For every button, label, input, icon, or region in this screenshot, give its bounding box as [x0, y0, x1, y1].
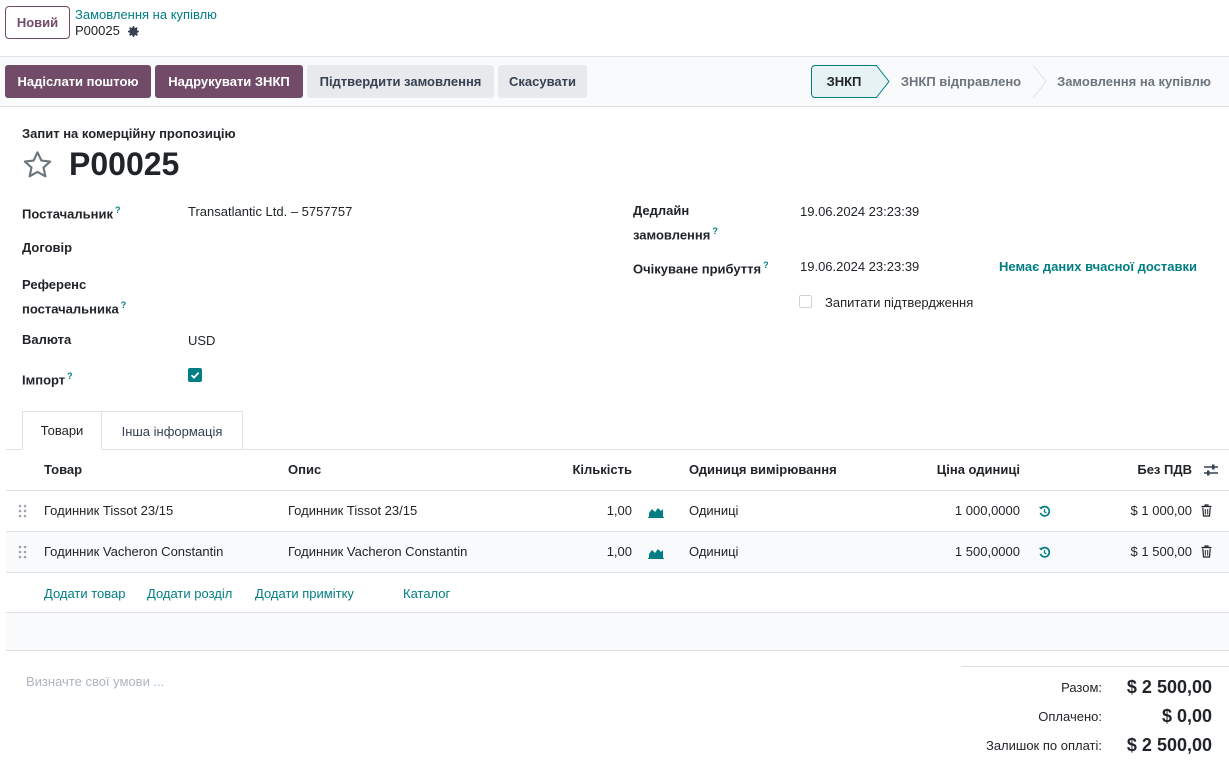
vendor-label: Постачальник?: [22, 205, 121, 222]
table-row[interactable]: Годинник Vacheron Constantin Годинник Va…: [6, 532, 1229, 573]
catalog-link[interactable]: Каталог: [403, 586, 450, 601]
drag-handle-icon[interactable]: [18, 545, 27, 559]
forecast-chart-icon[interactable]: [648, 546, 664, 559]
vendor-reference-field[interactable]: [188, 283, 598, 305]
contract-label: Договір: [22, 240, 73, 255]
row-description[interactable]: Годинник Tissot 23/15: [288, 503, 417, 518]
add-section-link[interactable]: Додати розділ: [147, 586, 232, 601]
row-quantity[interactable]: 1,00: [546, 503, 632, 518]
gear-icon[interactable]: [127, 25, 140, 38]
form-subtitle: Запит на комерційну пропозицію: [22, 126, 236, 141]
total-label: Разом:: [1061, 680, 1102, 695]
order-deadline-label: Дедлайн замовлення?: [633, 203, 718, 243]
tab-products[interactable]: Товари: [22, 411, 102, 450]
row-product[interactable]: Годинник Vacheron Constantin: [44, 544, 223, 559]
col-description[interactable]: Опис: [288, 462, 321, 477]
totals-divider: [961, 666, 1229, 667]
row-unit-price[interactable]: 1 000,0000: [906, 503, 1020, 518]
order-deadline-field[interactable]: 19.06.2024 23:23:39: [800, 204, 919, 219]
send-email-button[interactable]: Надіслати поштою: [5, 65, 151, 98]
drag-handle-icon[interactable]: [18, 504, 27, 518]
tab-other-info[interactable]: Інша інформація: [102, 411, 243, 450]
table-row[interactable]: Годинник Tissot 23/15 Годинник Tissot 23…: [6, 491, 1229, 532]
col-subtotal[interactable]: Без ПДВ: [1100, 462, 1192, 477]
col-product[interactable]: Товар: [44, 462, 82, 477]
trash-icon[interactable]: [1201, 545, 1212, 558]
control-panel: Новий Замовлення на купівлю P00025: [0, 0, 1229, 57]
add-product-link[interactable]: Додати товар: [44, 586, 126, 601]
row-quantity[interactable]: 1,00: [546, 544, 632, 559]
col-quantity[interactable]: Кількість: [540, 462, 632, 477]
status-step-purchase-order[interactable]: Замовлення на купівлю: [1046, 65, 1222, 98]
amount-due-label: Залишок по оплаті:: [985, 738, 1102, 753]
expected-arrival-field[interactable]: 19.06.2024 23:23:39: [800, 259, 919, 274]
col-unit-price[interactable]: Ціна одиниці: [900, 462, 1020, 477]
confirm-order-button[interactable]: Підтвердити замовлення: [307, 65, 494, 98]
currency-label: Валюта: [22, 332, 72, 347]
cancel-button[interactable]: Скасувати: [498, 65, 587, 98]
expected-arrival-label: Очікуване прибуття?: [633, 260, 769, 277]
check-icon: [190, 371, 200, 379]
terms-input[interactable]: Визначте свої умови ...: [26, 674, 164, 689]
row-subtotal: $ 1 000,00: [1130, 503, 1192, 518]
breadcrumb-current: P00025: [75, 23, 120, 38]
add-note-link[interactable]: Додати примітку: [255, 586, 354, 601]
record-name: P00025: [69, 146, 180, 182]
action-bar: Надіслати поштою Надрукувати ЗНКП Підтве…: [0, 57, 1229, 107]
row-product[interactable]: Годинник Tissot 23/15: [44, 503, 173, 518]
row-description[interactable]: Годинник Vacheron Constantin: [288, 544, 467, 559]
contract-field[interactable]: [188, 236, 598, 258]
forecast-chart-icon[interactable]: [648, 505, 664, 518]
trash-icon[interactable]: [1201, 504, 1212, 517]
print-rfq-button[interactable]: Надрукувати ЗНКП: [155, 65, 303, 98]
col-uom[interactable]: Одиниця вимірювання: [689, 462, 837, 477]
paid-value: $ 0,00: [1161, 706, 1212, 726]
import-checkbox[interactable]: [188, 368, 202, 382]
reset-price-icon[interactable]: [1038, 505, 1051, 518]
amount-due-value: $ 2 500,00: [1126, 735, 1212, 755]
on-time-delivery-link[interactable]: Немає даних вчасної доставки: [999, 259, 1197, 274]
vendor-field[interactable]: Transatlantic Ltd. – 5757757: [188, 204, 352, 219]
optional-columns-icon[interactable]: [1203, 463, 1219, 477]
total-value: $ 2 500,00: [1126, 677, 1212, 697]
new-button[interactable]: Новий: [5, 6, 70, 39]
table-footer: [6, 612, 1229, 651]
status-step-rfq[interactable]: ЗНКП: [811, 65, 877, 98]
reset-price-icon[interactable]: [1038, 546, 1051, 559]
ask-confirmation-label: Запитати підтвердження: [825, 295, 974, 310]
status-step-rfq-sent[interactable]: ЗНКП відправлено: [888, 65, 1034, 98]
row-uom[interactable]: Одиниці: [689, 503, 738, 518]
ask-confirmation-checkbox[interactable]: [799, 295, 812, 308]
row-subtotal: $ 1 500,00: [1130, 544, 1192, 559]
vendor-ref-label: Референс постачальника?: [22, 277, 127, 317]
breadcrumb-parent[interactable]: Замовлення на купівлю: [75, 7, 217, 22]
row-uom[interactable]: Одиниці: [689, 544, 738, 559]
paid-label: Оплачено:: [1038, 709, 1102, 724]
row-unit-price[interactable]: 1 500,0000: [906, 544, 1020, 559]
import-label: Імпорт?: [22, 371, 73, 388]
currency-field[interactable]: USD: [188, 333, 215, 348]
status-arrow: [1033, 65, 1047, 98]
star-icon[interactable]: [21, 149, 54, 181]
